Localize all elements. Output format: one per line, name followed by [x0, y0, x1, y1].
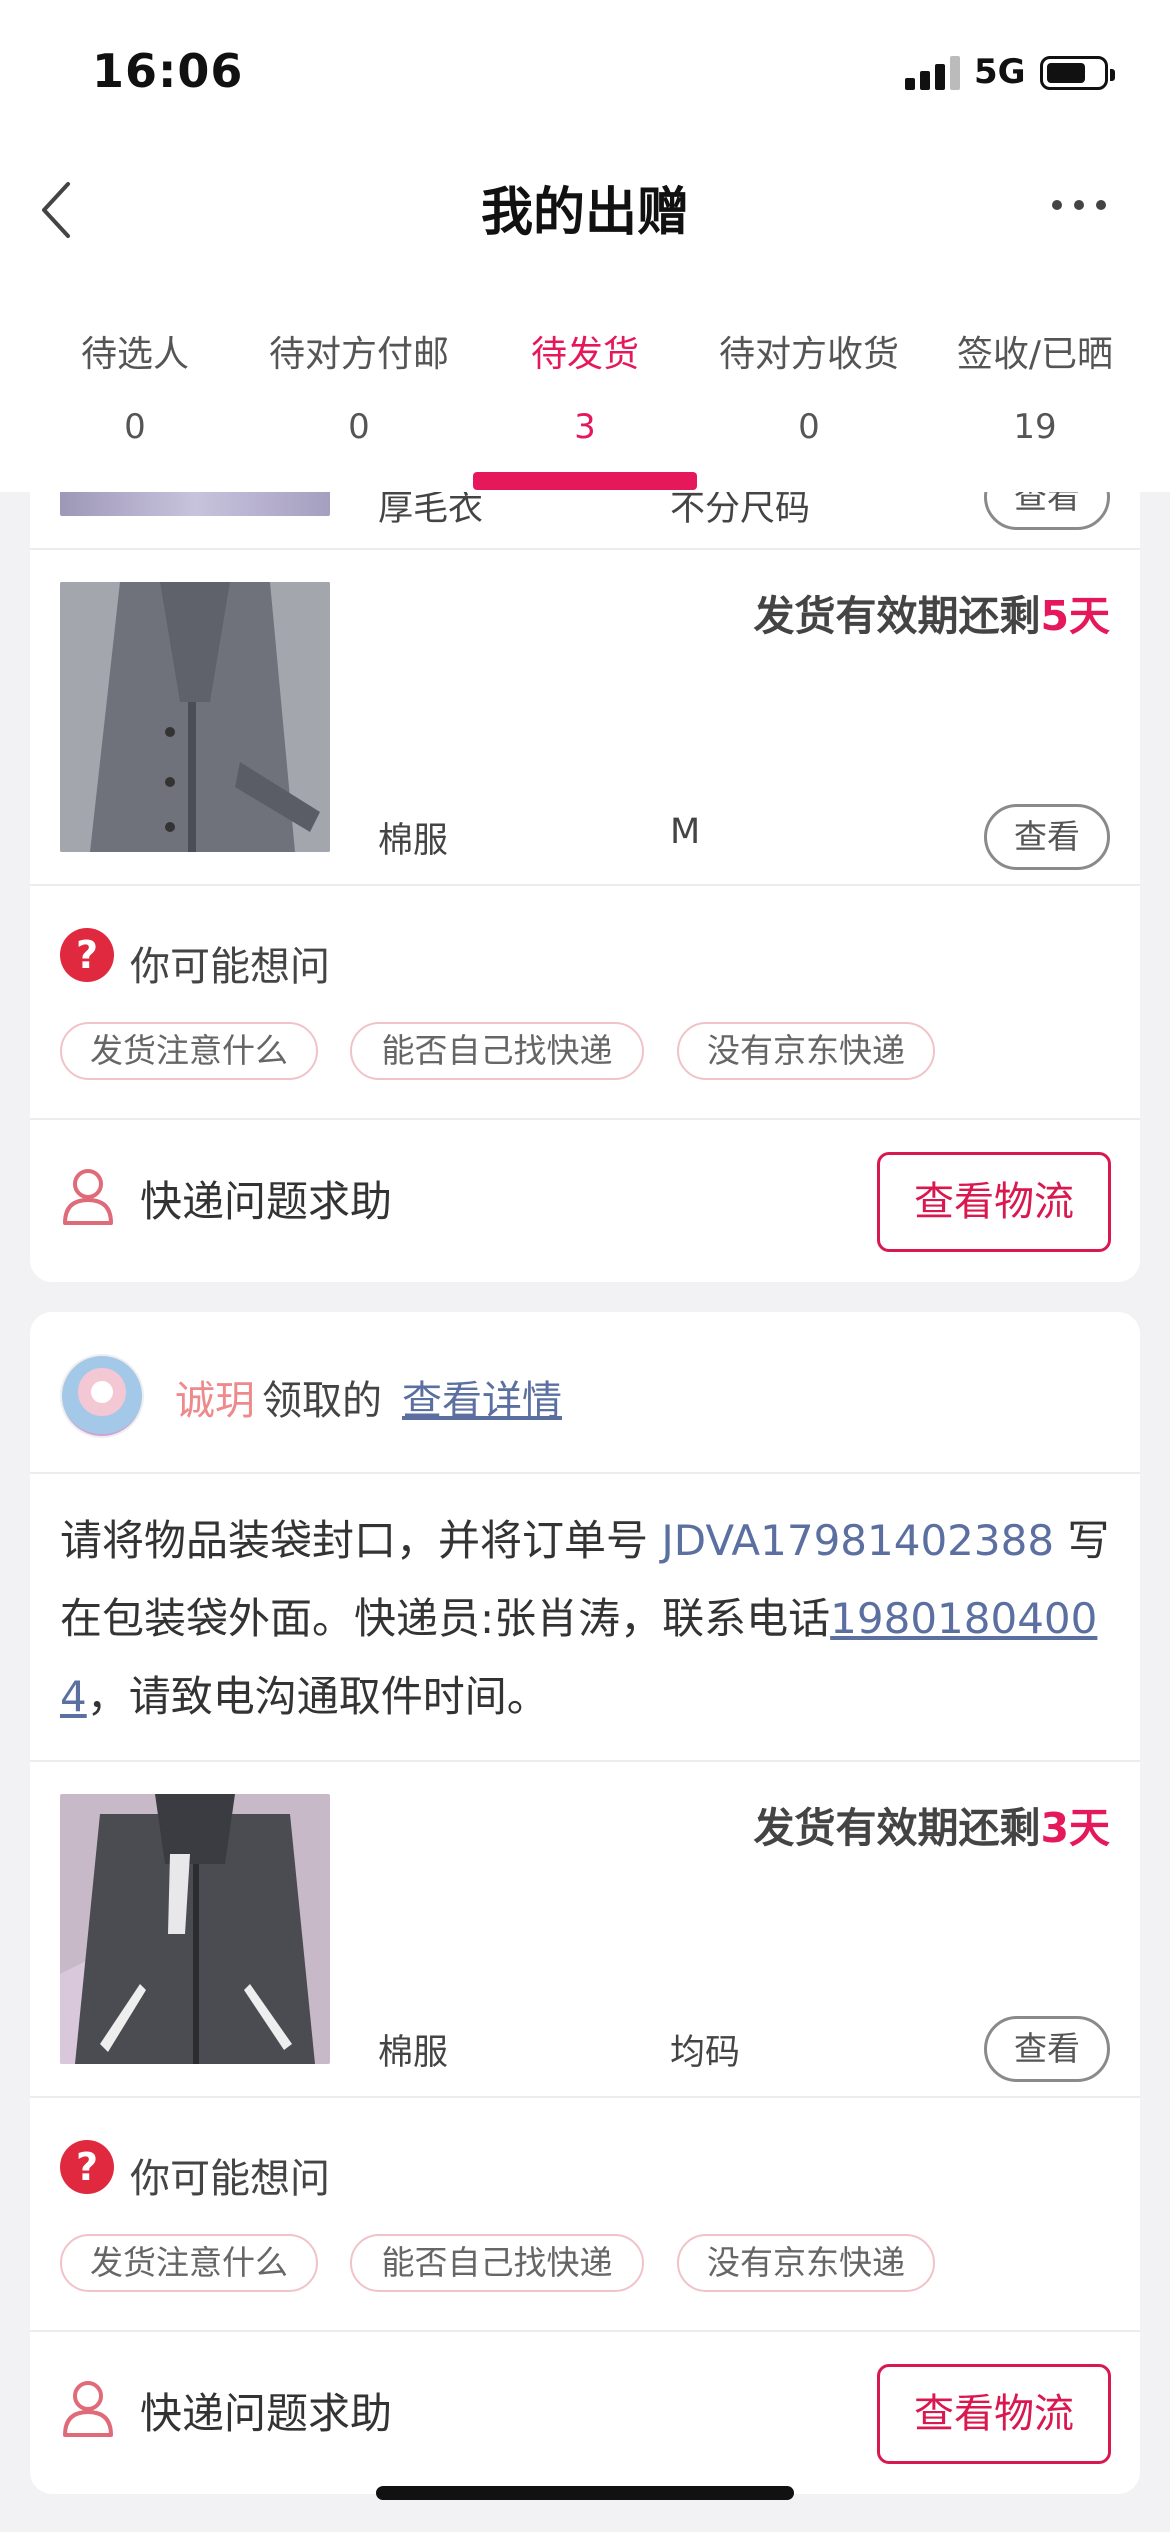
tab-waiting-postage[interactable]: 待对方付邮 0 [242, 325, 476, 447]
view-button[interactable]: 查看 [984, 804, 1110, 870]
faq-title: 你可能想问 [130, 944, 330, 990]
view-button[interactable]: 查看 [984, 2016, 1110, 2082]
tab-label: 待对方收货 [718, 334, 899, 375]
tab-label: 待选人 [80, 334, 189, 375]
view-details-link[interactable]: 查看详情 [402, 1368, 562, 1426]
status-tabs: 待选人 0 待对方付邮 0 待发货 3 待对方收货 0 签收/已晒 19 [0, 270, 1170, 492]
question-icon: ? [60, 928, 114, 982]
view-logistics-button[interactable]: 查看物流 [877, 1152, 1111, 1252]
deadline-days: 3天 [1040, 1804, 1110, 1852]
home-indicator [376, 2486, 794, 2500]
faq-chip[interactable]: 发货注意什么 [60, 2234, 318, 2292]
instruction-text: 请将物品装袋封口，并将订单号 [60, 1516, 662, 1565]
deadline-prefix: 发货有效期还剩 [753, 1804, 1041, 1852]
tab-waiting-select[interactable]: 待选人 0 [18, 325, 252, 447]
more-icon[interactable] [1052, 200, 1106, 214]
item-name: 棉服 [378, 821, 449, 861]
item-size: 均码 [670, 2033, 741, 2073]
item-size: M [670, 812, 701, 852]
faq-chip[interactable]: 能否自己找快递 [350, 2234, 644, 2292]
shipping-instructions: 请将物品装袋封口，并将订单号 JDVA17981402388 写在包装袋外面。快… [30, 1502, 1140, 1722]
person-icon [63, 1169, 113, 1225]
item-photo [60, 582, 330, 852]
deadline-days: 5天 [1040, 592, 1110, 640]
tab-count: 19 [1013, 407, 1057, 447]
tab-label: 签收/已晒 [956, 334, 1114, 375]
ship-deadline: 发货有效期还剩5天 [753, 582, 1110, 642]
ship-deadline: 发货有效期还剩3天 [753, 1794, 1110, 1854]
order-number[interactable]: JDVA17981402388 [661, 1516, 1054, 1565]
tab-count: 0 [124, 407, 146, 447]
tab-signed[interactable]: 签收/已晒 19 [918, 325, 1152, 447]
tab-waiting-ship[interactable]: 待发货 3 [468, 325, 702, 447]
gift-card-1: 发货有效期还剩5天 棉服 M 查看 ? 你可能想问 发货注意什么 能否自己找快递… [30, 550, 1140, 1282]
tab-label: 待对方付邮 [268, 334, 449, 375]
tab-waiting-receive[interactable]: 待对方收货 0 [692, 325, 926, 447]
active-tab-indicator [473, 472, 697, 490]
status-time: 16:06 [92, 44, 244, 98]
signal-icon [905, 56, 961, 90]
faq-chip[interactable]: 没有京东快递 [677, 2234, 935, 2292]
receive-label: 领取的 [262, 1378, 382, 1424]
battery-icon [1040, 56, 1115, 90]
delivery-help-text[interactable]: 快递问题求助 [140, 1168, 392, 1229]
view-logistics-button[interactable]: 查看物流 [877, 2364, 1111, 2464]
gift-card-2: 诚玥 领取的 查看详情 请将物品装袋封口，并将订单号 JDVA179814023… [30, 1312, 1140, 2494]
tab-count: 3 [574, 407, 596, 447]
question-icon: ? [60, 2140, 114, 2194]
faq-title: 你可能想问 [130, 2156, 330, 2202]
tab-count: 0 [348, 407, 370, 447]
delivery-help-text[interactable]: 快递问题求助 [140, 2380, 392, 2441]
faq-chip[interactable]: 发货注意什么 [60, 1022, 318, 1080]
receiver-name[interactable]: 诚玥 [175, 1368, 255, 1426]
item-name: 棉服 [378, 2033, 449, 2073]
network-type: 5G [974, 52, 1026, 92]
faq-chip[interactable]: 没有京东快递 [677, 1022, 935, 1080]
deadline-prefix: 发货有效期还剩 [753, 592, 1041, 640]
instruction-text: ，请致电沟通取件时间。 [86, 1672, 549, 1721]
tab-count: 0 [798, 407, 820, 447]
tab-label: 待发货 [530, 334, 639, 375]
item-photo [60, 1794, 330, 2064]
person-icon [63, 2381, 113, 2437]
status-bar: 16:06 5G [0, 0, 1170, 140]
avatar[interactable] [60, 1354, 144, 1438]
faq-chip[interactable]: 能否自己找快递 [350, 1022, 644, 1080]
page-title: 我的出赠 [480, 183, 689, 243]
